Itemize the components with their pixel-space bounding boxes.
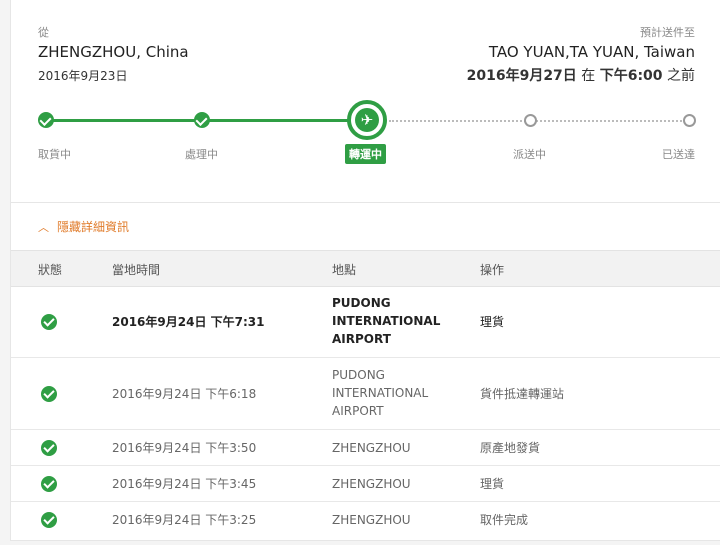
check-icon xyxy=(41,512,57,528)
destination-city: TAO YUAN,TA YUAN, Taiwan xyxy=(488,43,695,61)
row-time: 2016年9月24日 下午3:45 xyxy=(112,477,257,491)
step-node-in-transit: ✈ xyxy=(347,100,387,140)
delivery-time: 下午6:00 xyxy=(599,68,663,84)
row-time: 2016年9月24日 下午6:18 xyxy=(112,387,257,401)
row-time: 2016年9月24日 下午3:50 xyxy=(112,441,257,455)
row-location: ZHENGZHOU xyxy=(332,477,411,491)
row-action: 貨件抵達轉運站 xyxy=(480,387,565,401)
check-icon xyxy=(41,440,57,456)
delivery-before: 之前 xyxy=(662,68,695,84)
destination-label: 預計送件至 xyxy=(640,26,695,39)
row-location: PUDONG INTERNATIONAL AIRPORT xyxy=(332,368,429,418)
step-label-out-for-delivery: 派送中 xyxy=(513,148,546,161)
step-label-delivered: 已送達 xyxy=(662,148,695,161)
step-node-pickup xyxy=(38,112,54,128)
table-row: 2016年9月24日 下午7:31 PUDONG INTERNATIONAL A… xyxy=(11,286,720,358)
hide-details-toggle[interactable]: ︿ 隱藏詳細資訊 xyxy=(38,218,129,235)
step-label-pickup: 取貨中 xyxy=(38,148,71,161)
origin-city: ZHENGZHOU, China xyxy=(38,43,189,61)
tracking-card: 從 ZHENGZHOU, China 2016年9月23日 預計送件至 TAO … xyxy=(10,0,720,541)
header-local-time: 當地時間 xyxy=(112,263,161,277)
chevron-up-icon: ︿ xyxy=(38,221,49,234)
table-row: 2016年9月24日 下午3:25 ZHENGZHOU 取件完成 xyxy=(11,502,720,537)
estimated-delivery: 2016年9月27日 在 下午6:00 之前 xyxy=(467,65,695,85)
step-label-in-transit: 轉運中 xyxy=(345,144,386,164)
step-node-processing xyxy=(194,112,210,128)
check-icon xyxy=(41,314,57,330)
airplane-icon: ✈ xyxy=(355,108,379,132)
row-action: 原產地發貨 xyxy=(480,441,541,455)
step-node-delivered xyxy=(683,114,696,127)
row-action: 取件完成 xyxy=(480,513,529,527)
table-row: 2016年9月24日 下午3:50 ZHENGZHOU 原產地發貨 xyxy=(11,430,720,466)
row-location: ZHENGZHOU xyxy=(332,441,411,455)
origin-date: 2016年9月23日 xyxy=(38,69,128,83)
history-table-header: 狀態 當地時間 地點 操作 xyxy=(11,250,720,287)
delivery-at: 在 xyxy=(576,68,600,84)
row-action: 理貨 xyxy=(480,315,505,329)
delivery-date: 2016年9月27日 xyxy=(466,68,577,84)
origin-label: 從 xyxy=(38,26,49,39)
check-icon xyxy=(41,386,57,402)
table-row: 2016年9月24日 下午3:45 ZHENGZHOU 理貨 xyxy=(11,466,720,502)
row-action: 理貨 xyxy=(480,477,505,491)
step-label-processing: 處理中 xyxy=(185,148,218,161)
row-time: 2016年9月24日 下午3:25 xyxy=(112,513,257,527)
header-action: 操作 xyxy=(480,263,505,277)
row-time: 2016年9月24日 下午7:31 xyxy=(112,315,265,329)
hide-details-label: 隱藏詳細資訊 xyxy=(57,220,130,234)
row-location: PUDONG INTERNATIONAL AIRPORT xyxy=(332,296,441,346)
header-location: 地點 xyxy=(332,263,357,277)
section-divider xyxy=(11,202,720,203)
row-location: ZHENGZHOU xyxy=(332,513,411,527)
progress-line-pending xyxy=(389,120,689,122)
table-row: 2016年9月24日 下午6:18 PUDONG INTERNATIONAL A… xyxy=(11,358,720,430)
check-icon xyxy=(41,476,57,492)
header-status: 狀態 xyxy=(38,263,63,277)
step-node-out-for-delivery xyxy=(524,114,537,127)
